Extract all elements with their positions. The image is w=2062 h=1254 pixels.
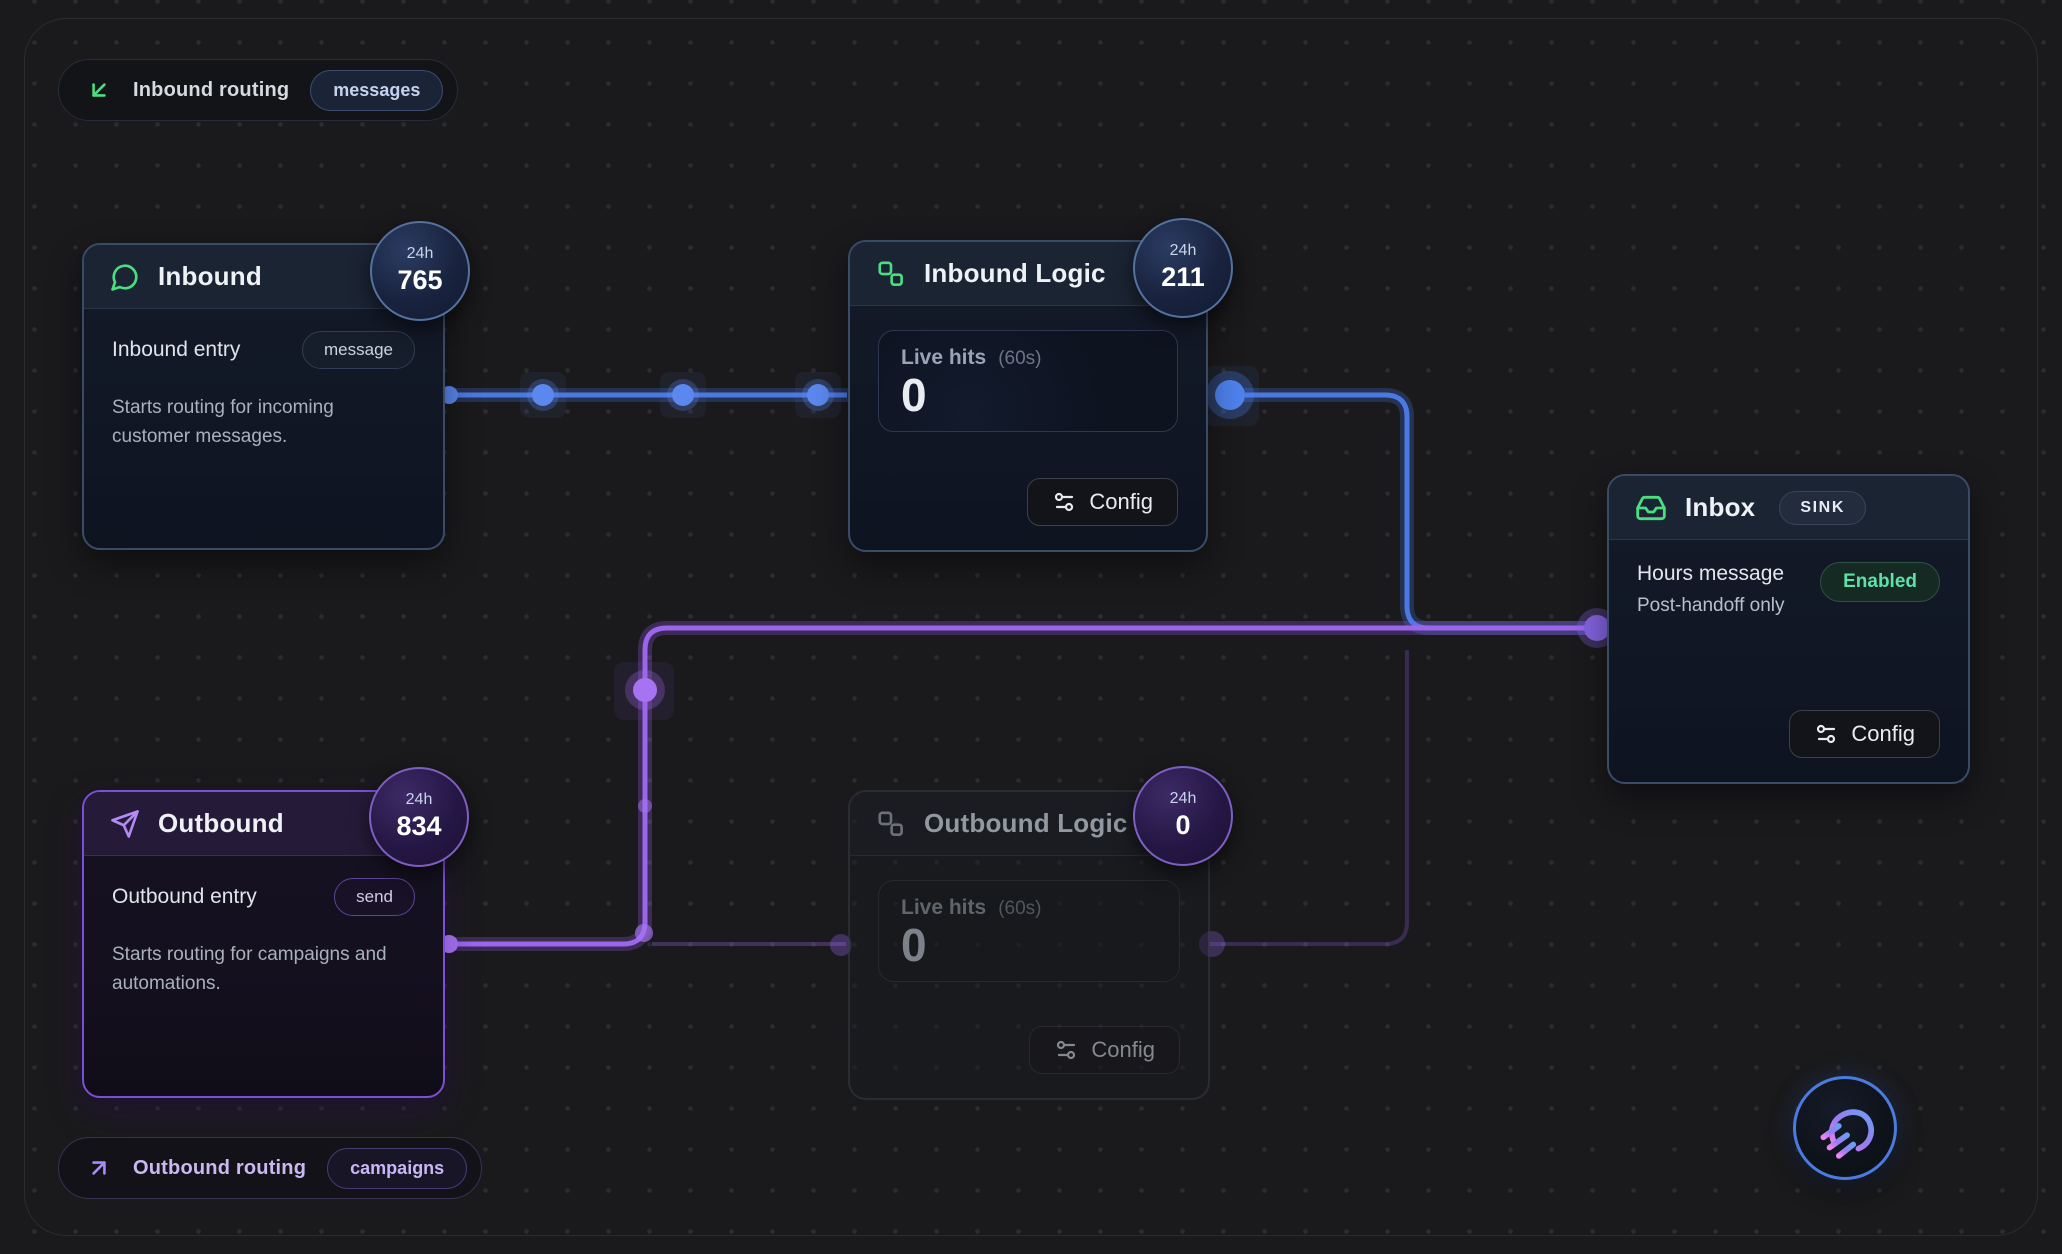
port-inbound-logic-output-core[interactable] <box>1215 380 1245 410</box>
live-hits-value: 0 <box>901 372 1155 418</box>
legend-inbound-label: Inbound routing <box>133 79 289 102</box>
send-icon <box>110 809 140 839</box>
node-inbound[interactable]: Inbound Inbound entry message Starts rou… <box>82 243 445 550</box>
live-hits-label: Live hits <box>901 346 986 370</box>
node-title: Outbound Logic <box>924 808 1128 839</box>
node-description: Starts routing for campaigns and automat… <box>112 940 414 999</box>
node-inbox-header: Inbox SINK <box>1609 476 1968 540</box>
live-hits-window: (60s) <box>998 898 1041 920</box>
arrow-down-left-icon <box>86 77 112 103</box>
badge-count: 0 <box>1175 810 1190 841</box>
node-outbound[interactable]: Outbound Outbound entry send Starts rout… <box>82 790 445 1098</box>
workflow-icon <box>876 809 906 839</box>
setting-title: Hours message <box>1637 562 1785 586</box>
badge-window: 24h <box>407 245 434 263</box>
node-inbound-logic[interactable]: Inbound Logic Live hits (60s) 0 Config 2… <box>848 240 1208 552</box>
node-title: Inbox <box>1685 492 1755 523</box>
live-hits-panel: Live hits (60s) 0 <box>878 330 1178 432</box>
setting-subtitle: Post-handoff only <box>1637 595 1785 617</box>
count-badge-outbound: 24h 834 <box>369 767 469 867</box>
live-hits-label: Live hits <box>901 896 986 920</box>
config-label: Config <box>1851 721 1915 747</box>
wire-glow <box>1245 395 1596 628</box>
legend-outbound-label: Outbound routing <box>133 1157 306 1180</box>
wire-inbound-logic-to-inbox <box>1245 395 1596 628</box>
badge-count: 834 <box>396 811 441 842</box>
jellyfish-logo-icon <box>1812 1095 1878 1161</box>
live-hits-panel: Live hits (60s) 0 <box>878 880 1180 982</box>
wire-outbound-logic-to-inbox <box>1209 650 1407 944</box>
entry-tag: send <box>334 878 415 916</box>
badge-window: 24h <box>1170 242 1197 260</box>
legend-inbound-routing[interactable]: Inbound routing messages <box>58 59 458 121</box>
live-hits-value: 0 <box>901 922 1157 968</box>
status-badge-enabled: Enabled <box>1820 562 1940 602</box>
config-label: Config <box>1091 1037 1155 1063</box>
legend-inbound-badge[interactable]: messages <box>310 70 443 111</box>
node-inbox[interactable]: Inbox SINK Hours message Post-handoff on… <box>1607 474 1970 784</box>
node-title: Inbound Logic <box>924 258 1106 289</box>
node-title: Outbound <box>158 808 284 839</box>
sliders-icon <box>1052 490 1076 514</box>
sliders-icon <box>1054 1038 1078 1062</box>
badge-count: 211 <box>1161 262 1205 293</box>
config-label: Config <box>1089 489 1153 515</box>
arrow-up-right-icon <box>86 1155 112 1181</box>
flow-canvas[interactable]: Inbound routing messages Outbound routin… <box>0 0 2062 1254</box>
config-button-outbound-logic[interactable]: Config <box>1029 1026 1180 1074</box>
entry-label: Outbound entry <box>112 885 257 909</box>
node-title: Inbound <box>158 261 262 292</box>
entry-tag: message <box>302 331 415 369</box>
live-hits-window: (60s) <box>998 348 1041 370</box>
badge-count: 765 <box>397 265 442 296</box>
count-badge-inbound: 24h 765 <box>370 221 470 321</box>
node-description: Starts routing for incoming customer mes… <box>112 393 414 452</box>
config-button-inbound-logic[interactable]: Config <box>1027 478 1178 526</box>
count-badge-inbound-logic: 24h 211 <box>1133 218 1233 318</box>
count-badge-outbound-logic: 24h 0 <box>1133 766 1233 866</box>
badge-window: 24h <box>1170 790 1197 808</box>
workflow-icon <box>876 259 906 289</box>
legend-outbound-badge[interactable]: campaigns <box>327 1148 467 1189</box>
legend-outbound-routing[interactable]: Outbound routing campaigns <box>58 1137 482 1199</box>
sink-badge: SINK <box>1779 491 1866 525</box>
badge-window: 24h <box>406 791 433 809</box>
entry-label: Inbound entry <box>112 338 240 362</box>
config-button-inbox[interactable]: Config <box>1789 710 1940 758</box>
node-outbound-logic[interactable]: Outbound Logic Live hits (60s) 0 Config … <box>848 790 1210 1100</box>
inbox-tray-icon <box>1635 492 1667 524</box>
app-logo-button[interactable] <box>1793 1076 1897 1180</box>
sliders-icon <box>1814 722 1838 746</box>
message-circle-icon <box>110 262 140 292</box>
